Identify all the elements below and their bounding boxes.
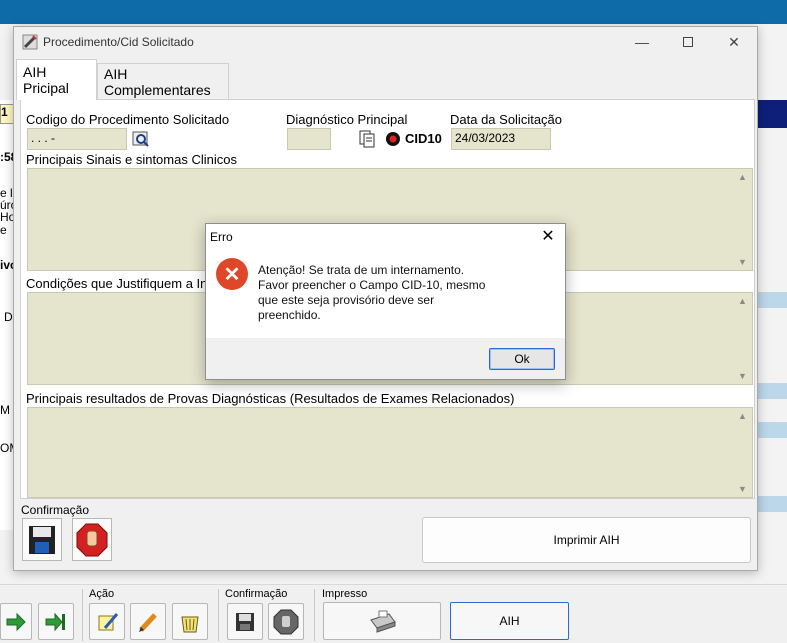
stop-hand-icon [273, 609, 299, 634]
diagnostico-principal-field[interactable] [287, 128, 331, 150]
background-header-band [758, 100, 787, 128]
vertical-scrollbar[interactable]: ▲ ▼ [735, 408, 752, 497]
delete-button[interactable] [172, 603, 208, 640]
vertical-scrollbar[interactable]: ▲ ▼ [735, 293, 752, 384]
error-x-icon: ✕ [216, 258, 248, 290]
resultados-label: Principais resultados de Provas Diagnóst… [26, 391, 515, 406]
window-title: Procedimento/Cid Solicitado [43, 35, 194, 49]
background-text-fragment: úrc [0, 199, 14, 211]
toolbar-group-impresso: Impresso [322, 588, 368, 600]
stop-hand-icon [76, 523, 108, 556]
maximize-button[interactable] [665, 27, 711, 57]
cid10-label: CID10 [405, 131, 442, 146]
toolbar-separator [82, 589, 83, 641]
toolbar-group-acao: Ação [89, 588, 115, 600]
save-disk-icon [29, 525, 55, 554]
close-icon: ✕ [541, 228, 555, 245]
background-text-fragment: ivo [0, 259, 14, 271]
arrow-last-icon [45, 612, 65, 631]
error-footer: Ok [206, 338, 565, 379]
toolbar-separator [314, 589, 315, 641]
tab-aih-principal[interactable]: AIH Pricipal [16, 59, 97, 100]
background-text-fragment: Ho [0, 211, 14, 223]
maximize-icon [683, 37, 693, 47]
scroll-up-icon[interactable]: ▲ [738, 296, 747, 306]
close-button[interactable]: ✕ [711, 27, 757, 57]
background-text-fragment: :58 [0, 151, 14, 163]
search-procedure-icon[interactable] [132, 130, 150, 148]
bottom-toolbar: Ação Confirmação Impresso AIH [0, 584, 787, 643]
scroll-down-icon[interactable]: ▼ [738, 371, 747, 381]
background-text-fragment: e l [0, 187, 13, 199]
error-message: Atenção! Se trata de um internamento. Fa… [258, 263, 486, 322]
background-record-number: 1 [0, 104, 14, 124]
error-title: Erro [210, 230, 233, 244]
sinais-sintomas-label: Principais Sinais e sintomas Clinicos [26, 152, 237, 167]
arrow-right-icon [6, 612, 26, 631]
codigo-procedimento-label: Codigo do Procedimento Solicitado [26, 112, 230, 127]
new-document-pencil-icon [98, 612, 119, 630]
minimize-button[interactable]: — [619, 27, 665, 57]
print-button[interactable] [323, 602, 441, 640]
diagnostico-principal-label: Diagnóstico Principal [286, 112, 408, 127]
close-icon: ✕ [728, 33, 740, 50]
vertical-scrollbar[interactable]: ▲ ▼ [735, 169, 752, 270]
edit-button[interactable] [130, 603, 166, 640]
scroll-up-icon[interactable]: ▲ [738, 411, 747, 421]
background-title-bar [0, 0, 787, 24]
scroll-down-icon[interactable]: ▼ [738, 257, 747, 267]
pencil-icon [139, 612, 157, 632]
error-dialog: Erro ✕ ✕ Atenção! Se trata de um interna… [205, 223, 566, 380]
new-button[interactable] [89, 603, 125, 640]
save-disk-icon [236, 612, 254, 631]
save-button[interactable] [22, 518, 62, 561]
data-solicitacao-field[interactable]: 24/03/2023 [451, 128, 551, 150]
window-title-bar: Procedimento/Cid Solicitado — ✕ [14, 27, 757, 57]
error-title-bar: Erro ✕ [206, 224, 565, 248]
data-solicitacao-label: Data da Solicitação [450, 112, 563, 127]
last-record-button[interactable] [38, 603, 74, 640]
scroll-down-icon[interactable]: ▼ [738, 484, 747, 494]
radio-selected-icon[interactable] [385, 131, 401, 147]
trash-basket-icon [181, 616, 199, 632]
next-record-button[interactable] [0, 603, 32, 640]
documents-list-icon[interactable] [358, 130, 376, 148]
resultados-textarea[interactable]: ▲ ▼ [27, 407, 753, 498]
toolbar-cancel-button[interactable] [268, 603, 304, 640]
confirmacao-label: Confirmação [21, 503, 90, 517]
aih-button[interactable]: AIH [450, 602, 569, 640]
toolbar-group-confirmacao: Confirmação [225, 588, 288, 600]
toolbar-save-button[interactable] [227, 603, 263, 640]
printer-icon [370, 610, 396, 633]
tab-aih-complementares[interactable]: AIH Complementares [97, 63, 229, 99]
ok-button[interactable]: Ok [489, 348, 555, 370]
background-text-fragment: OM [0, 442, 14, 454]
codigo-procedimento-field[interactable]: . . . - [27, 128, 127, 150]
scroll-up-icon[interactable]: ▲ [738, 172, 747, 182]
syringe-icon [22, 34, 38, 50]
error-close-button[interactable]: ✕ [535, 225, 561, 247]
background-text-fragment: e [0, 224, 7, 236]
imprimir-aih-button[interactable]: Imprimir AIH [422, 517, 751, 563]
minimize-icon: — [635, 34, 649, 50]
background-text-fragment: M [0, 404, 10, 416]
toolbar-separator [218, 589, 219, 641]
cancel-button[interactable] [72, 518, 112, 561]
